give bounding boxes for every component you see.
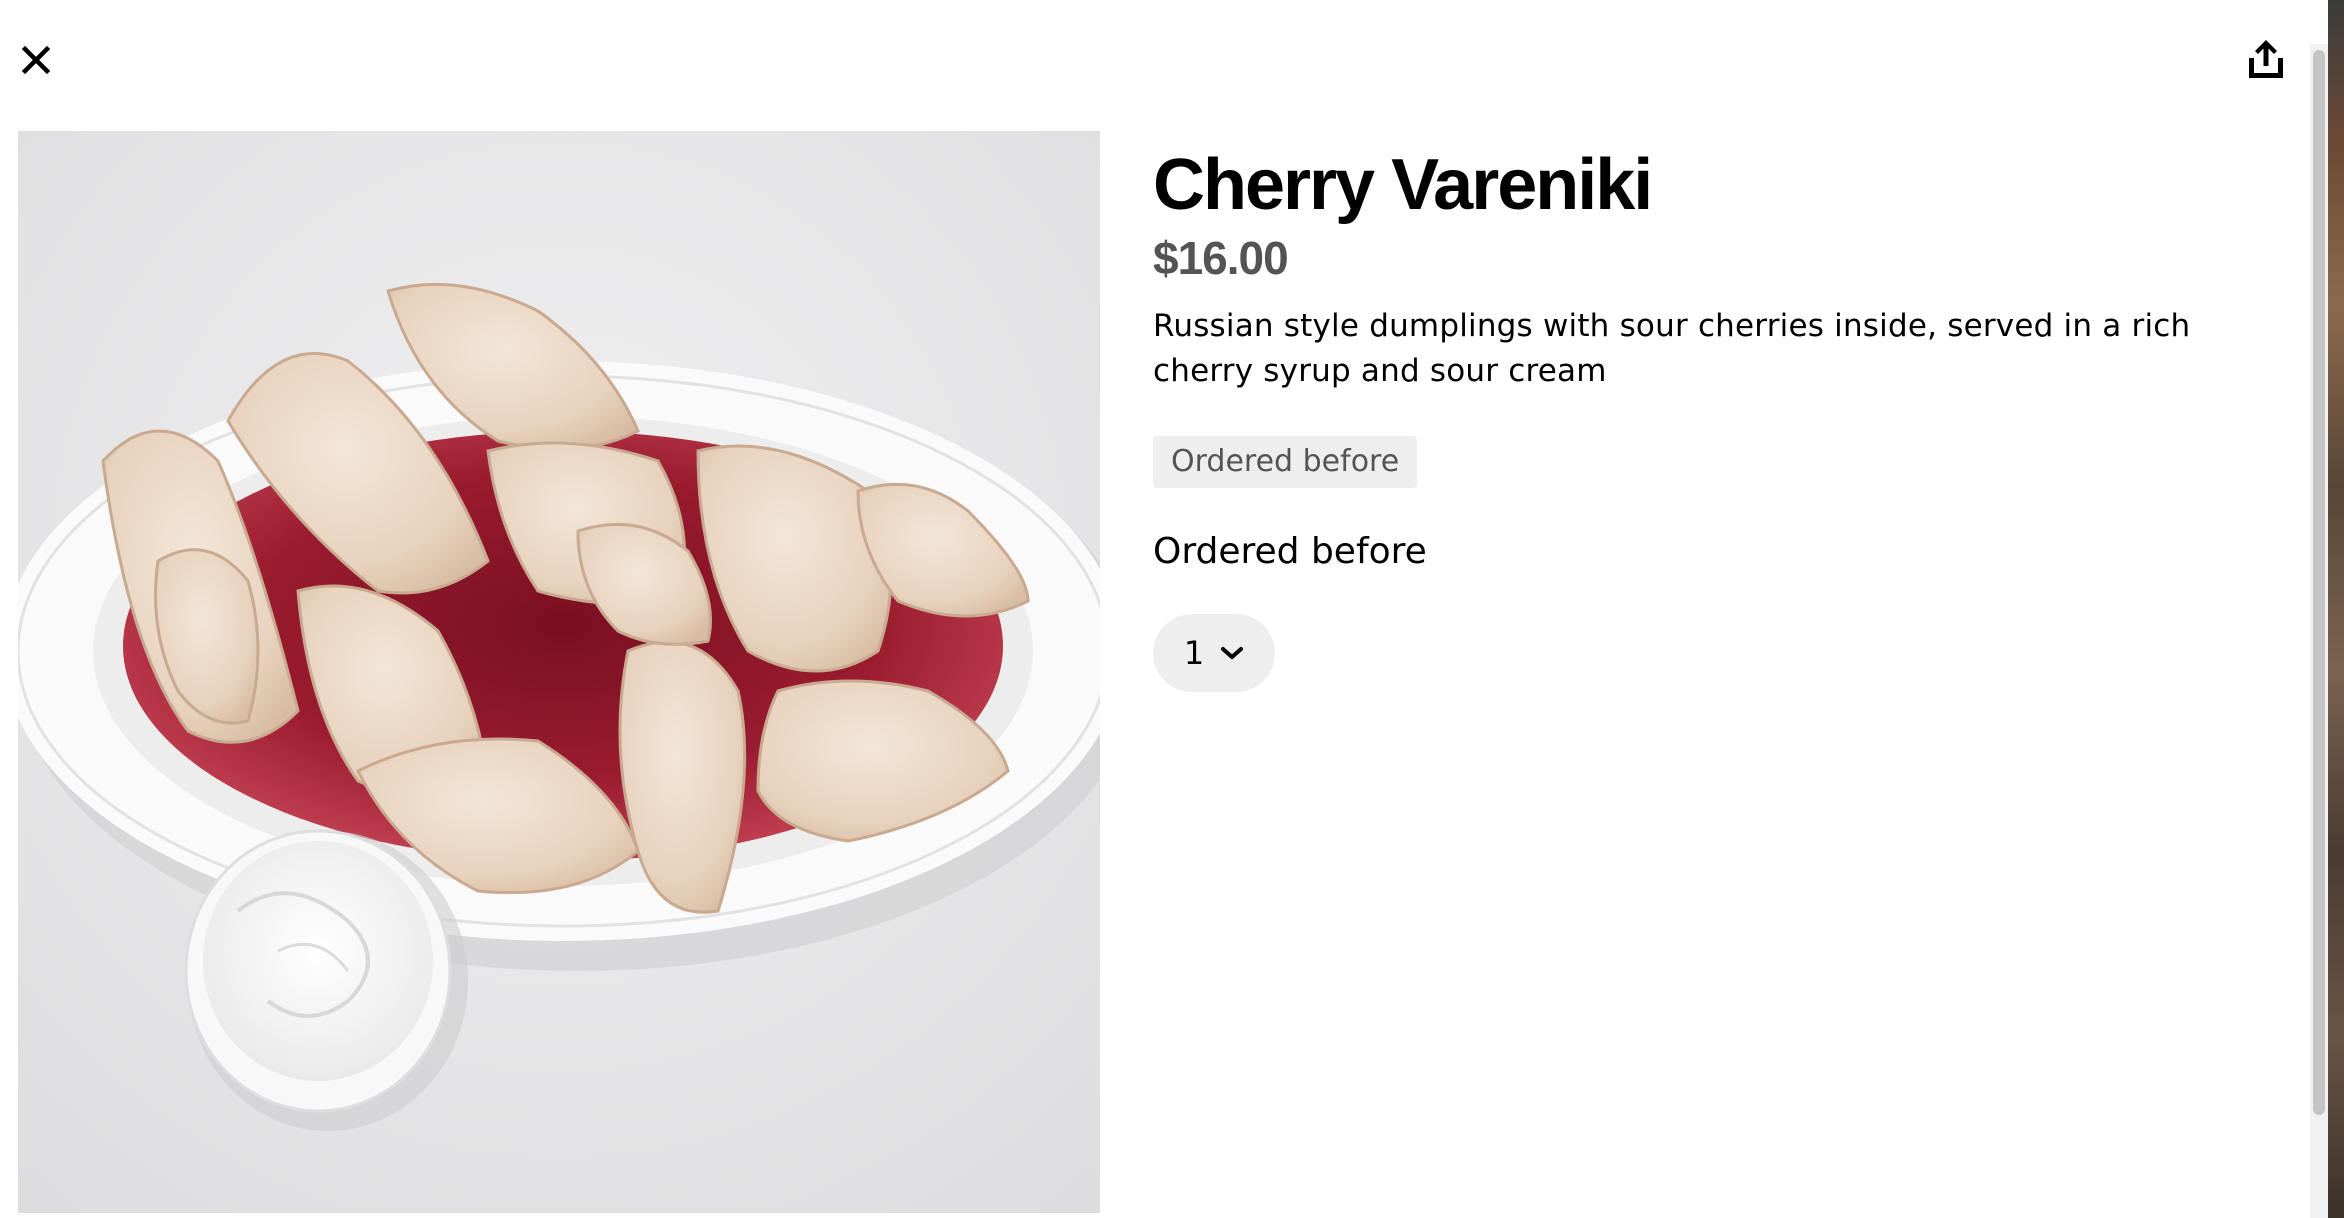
item-details: Cherry Vareniki $16.00 Russian style dum… [1153,140,2243,692]
background-page-edge [2328,0,2344,1218]
ordered-before-heading: Ordered before [1153,531,1427,572]
item-detail-modal: Cherry Vareniki $16.00 Russian style dum… [0,0,2310,1218]
item-title: Cherry Vareniki [1153,145,1653,225]
share-button[interactable] [2240,32,2292,84]
quantity-value: 1 [1183,634,1205,672]
quantity-select[interactable]: 1 [1153,614,1275,692]
chevron-down-icon [1221,647,1244,659]
close-button[interactable] [12,36,60,84]
item-price: $16.00 [1153,232,1289,284]
item-photo [18,131,1100,1213]
item-description: Russian style dumplings with sour cherri… [1153,308,2191,389]
share-icon [2249,40,2283,78]
close-icon [21,45,51,75]
ordered-before-badge: Ordered before [1153,436,1418,488]
scrollbar-thumb[interactable] [2313,50,2325,1115]
vareniki-photo-illustration [18,131,1100,1213]
